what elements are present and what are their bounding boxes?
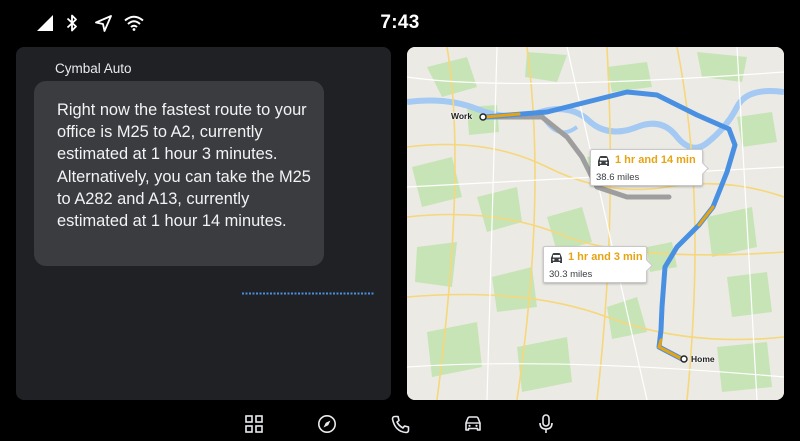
- route-map[interactable]: Work Home 1 hr and 14 min 38.6 miles 1 h…: [407, 47, 784, 400]
- assistant-card: Cymbal Auto Right now the fastest route …: [16, 47, 391, 400]
- route-distance: 38.6 miles: [596, 172, 640, 183]
- car-icon: [596, 155, 611, 173]
- origin-label: Work: [451, 111, 473, 121]
- apps-grid-icon[interactable]: [243, 413, 265, 435]
- assistant-message-bubble: Right now the fastest route to your offi…: [34, 81, 324, 266]
- phone-icon[interactable]: [389, 413, 411, 435]
- app-name: Cymbal Auto: [55, 61, 132, 76]
- route-duration: 1 hr and 14 min: [615, 154, 696, 166]
- car-icon: [549, 252, 564, 270]
- route-distance: 30.3 miles: [549, 269, 593, 280]
- bottom-nav-bar: [0, 404, 800, 441]
- map-canvas: [407, 47, 784, 400]
- car-icon[interactable]: [462, 413, 484, 435]
- destination-label: Home: [691, 354, 715, 364]
- clock: 7:43: [380, 12, 420, 33]
- route-option-fastest[interactable]: 1 hr and 3 min 30.3 miles: [543, 246, 653, 283]
- status-bar: 7:43: [0, 0, 800, 46]
- voice-activity-indicator: [242, 292, 374, 295]
- route-duration: 1 hr and 3 min: [568, 251, 643, 263]
- route-option-alternative[interactable]: 1 hr and 14 min 38.6 miles: [590, 149, 709, 186]
- microphone-icon[interactable]: [535, 413, 557, 435]
- compass-icon[interactable]: [316, 413, 338, 435]
